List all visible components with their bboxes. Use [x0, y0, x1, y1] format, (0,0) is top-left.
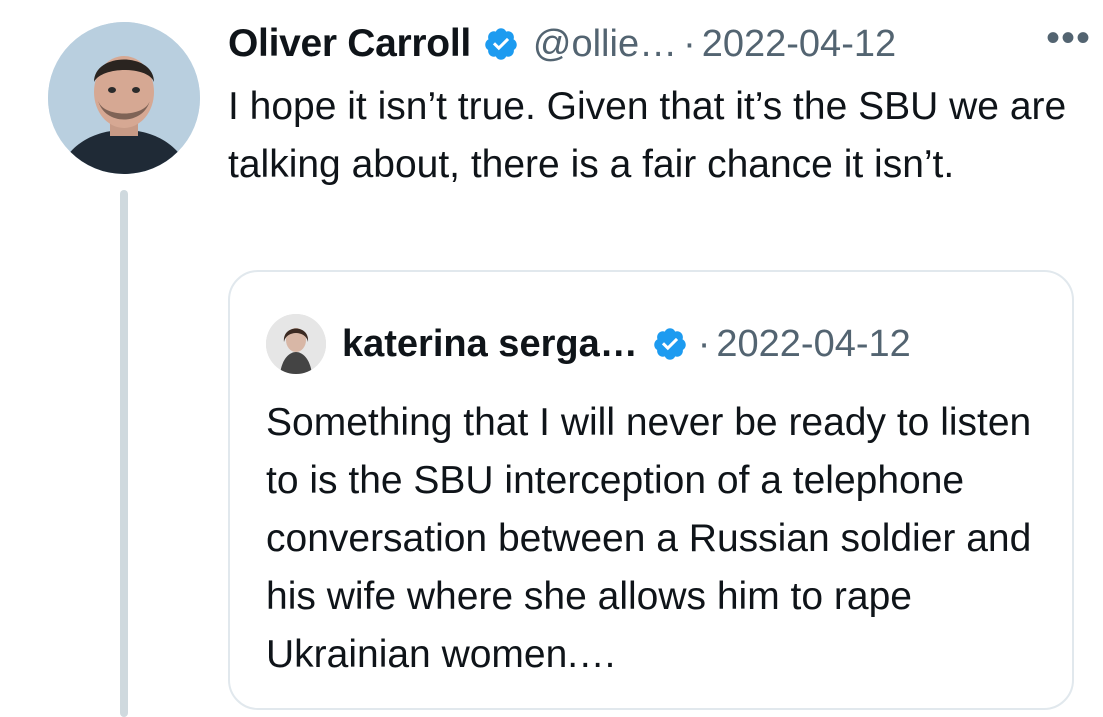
- tweet-date[interactable]: 2022-04-12: [702, 23, 896, 66]
- tweet-header: Oliver Carroll @ollie… · 2022-04-12: [228, 14, 1083, 74]
- quoted-tweet-text: Something that I will never be ready to …: [266, 401, 1032, 676]
- header-separator: ·: [683, 22, 696, 65]
- quoted-author-name: katerina serga…: [342, 322, 638, 365]
- quoted-author-avatar: [266, 314, 326, 374]
- thread-line: [120, 190, 128, 717]
- avatar-image: [48, 22, 200, 174]
- verified-badge-icon: [652, 326, 688, 362]
- quoted-tweet-date: 2022-04-12: [716, 322, 911, 365]
- verified-badge-icon: [483, 26, 519, 62]
- author-avatar[interactable]: [48, 22, 200, 174]
- author-handle[interactable]: @ollie…: [533, 23, 677, 66]
- more-options-icon[interactable]: •••: [1046, 18, 1091, 58]
- author-name[interactable]: Oliver Carroll: [228, 22, 471, 66]
- quoted-tweet[interactable]: katerina serga… · 2022-04-12 Something t…: [228, 270, 1074, 710]
- quoted-tweet-header: katerina serga… · 2022-04-12: [266, 314, 911, 374]
- quoted-header-separator: ·: [697, 322, 711, 365]
- tweet-text: I hope it isn’t true. Given that it’s th…: [228, 85, 1067, 186]
